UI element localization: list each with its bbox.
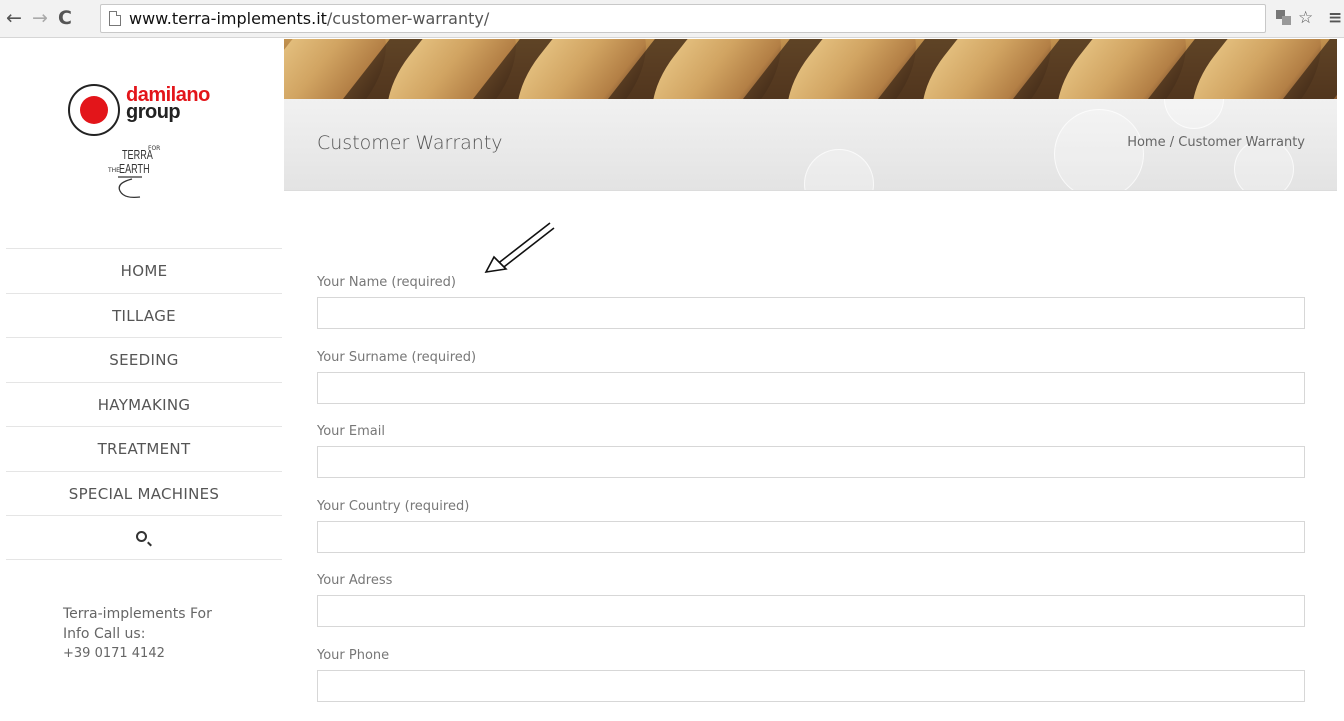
breadcrumb: Home / Customer Warranty (1127, 135, 1305, 150)
country-label: Your Country (required) (317, 498, 470, 514)
annotation-arrow-icon (484, 222, 555, 274)
url-text[interactable]: www.terra-implements.it/customer-warrant… (129, 9, 489, 28)
browser-toolbar: ← → C www.terra-implements.it/customer-w… (0, 0, 1344, 38)
phone-label: Your Phone (317, 647, 390, 663)
name-input[interactable] (317, 297, 1305, 329)
email-label: Your Email (317, 424, 385, 440)
bookmark-star-icon[interactable]: ☆ (1298, 8, 1313, 28)
forward-arrow-icon[interactable]: → (32, 8, 48, 28)
contact-info: Terra-implements For Info Call us: +39 0… (63, 604, 233, 664)
breadcrumb-home-link[interactable]: Home (1127, 135, 1165, 150)
terra-for-the-earth-logo[interactable]: TERRA FOR THE EARTH (106, 145, 176, 201)
address-bar[interactable]: www.terra-implements.it/customer-warrant… (100, 4, 1266, 33)
page-title: Customer Warranty (317, 132, 503, 154)
reload-icon[interactable]: C (58, 8, 72, 28)
menu-item-seeding[interactable]: SEEDING (6, 338, 282, 383)
browser-menu-icon[interactable]: ≡ (1328, 8, 1342, 28)
sidebar: damilano group TERRA FOR THE EARTH HOME … (6, 39, 282, 702)
field-surname: Your Surname (required) (317, 348, 1305, 423)
field-address: Your Adress (317, 571, 1305, 646)
page-title-bar: Customer Warranty Home / Customer Warran… (284, 99, 1337, 191)
header-banner-image (284, 39, 1337, 99)
phone-input[interactable] (317, 669, 1305, 702)
name-label: Your Name (required) (317, 275, 456, 290)
breadcrumb-separator: / (1169, 135, 1175, 150)
email-input[interactable] (317, 446, 1305, 479)
address-label: Your Adress (317, 573, 393, 589)
damilano-group-logo[interactable]: damilano group (68, 81, 218, 137)
search-button[interactable] (6, 516, 282, 560)
breadcrumb-current: Customer Warranty (1178, 135, 1305, 150)
field-country: Your Country (required) (317, 497, 1305, 572)
surname-input[interactable] (317, 371, 1305, 404)
field-phone: Your Phone (317, 646, 1305, 721)
back-arrow-icon[interactable]: ← (6, 8, 22, 28)
menu-item-haymaking[interactable]: HAYMAKING (6, 383, 282, 427)
address-input[interactable] (317, 595, 1305, 628)
menu-item-treatment[interactable]: TREATMENT (6, 427, 282, 472)
surname-label: Your Surname (required) (317, 349, 477, 365)
search-icon (136, 531, 147, 542)
menu-item-home[interactable]: HOME (6, 249, 282, 294)
phone-number: +39 0171 4142 (63, 646, 165, 661)
menu-item-special-machines[interactable]: SPECIAL MACHINES (6, 472, 282, 516)
translate-icon[interactable] (1276, 10, 1292, 26)
field-email: Your Email (317, 422, 1305, 497)
main-content: Customer Warranty Home / Customer Warran… (284, 39, 1337, 702)
menu-item-tillage[interactable]: TILLAGE (6, 294, 282, 338)
warranty-form: Your Name (required) Your Surname (requi… (317, 269, 1305, 721)
field-name: Your Name (required) (317, 273, 1305, 348)
page-icon (109, 11, 121, 26)
country-input[interactable] (317, 520, 1305, 553)
main-menu: HOME TILLAGE SEEDING HAYMAKING TREATMENT… (6, 248, 282, 560)
